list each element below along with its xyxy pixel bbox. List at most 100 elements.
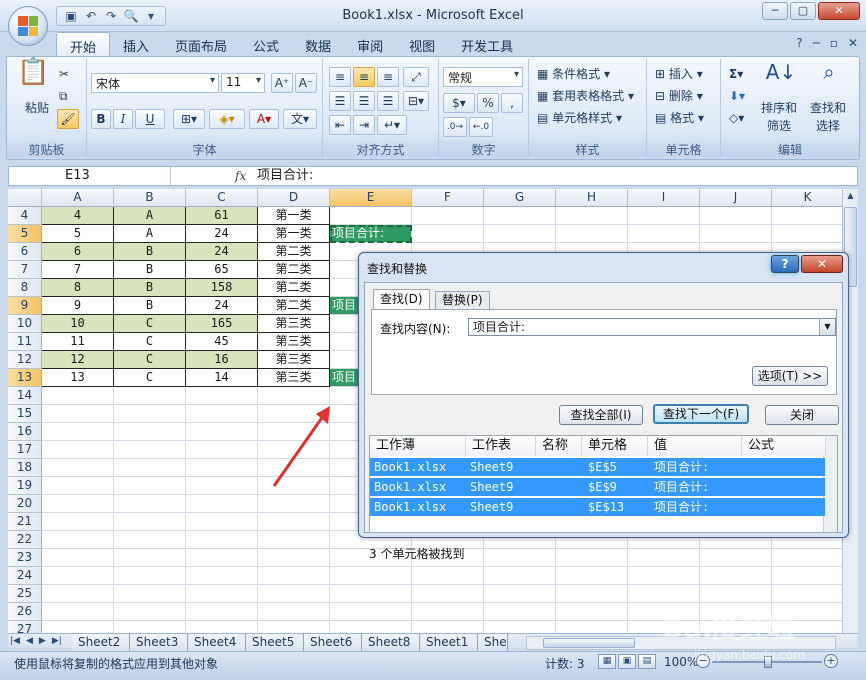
find-next-button[interactable]: 查找下一个(F) xyxy=(653,404,749,424)
conditional-format-button[interactable]: ▦ 条件格式 ▾ xyxy=(537,65,645,85)
cell[interactable] xyxy=(556,567,628,585)
cell[interactable] xyxy=(628,549,700,567)
cell-c12[interactable]: 16 xyxy=(186,351,258,369)
maximize-button[interactable]: ▢ xyxy=(790,2,816,20)
cell[interactable] xyxy=(114,405,186,423)
column-header[interactable]: C xyxy=(186,189,258,207)
font-size-combo[interactable]: 11 xyxy=(221,73,265,93)
minimize-button[interactable]: ─ xyxy=(762,2,788,20)
cell-b11[interactable]: C xyxy=(114,333,186,351)
cell[interactable] xyxy=(186,603,258,621)
comma-button[interactable]: , xyxy=(501,93,523,113)
column-header[interactable]: F xyxy=(412,189,484,207)
results-column-header[interactable]: 工作表 xyxy=(466,436,536,456)
cell[interactable] xyxy=(114,603,186,621)
cell[interactable] xyxy=(114,387,186,405)
row-header[interactable]: 5 xyxy=(8,225,42,243)
cell[interactable] xyxy=(258,495,330,513)
cell[interactable] xyxy=(114,477,186,495)
cell[interactable] xyxy=(114,549,186,567)
paste-button[interactable]: 粘贴 xyxy=(19,99,55,119)
next-sheet-icon[interactable]: ▶ xyxy=(39,636,46,646)
cell[interactable] xyxy=(700,567,772,585)
cell[interactable] xyxy=(186,441,258,459)
align-top-icon[interactable]: ≡ xyxy=(329,67,351,87)
cell[interactable] xyxy=(186,459,258,477)
results-column-header[interactable]: 值 xyxy=(648,436,742,456)
cell[interactable] xyxy=(628,225,700,243)
cell-c10[interactable]: 165 xyxy=(186,315,258,333)
cell[interactable] xyxy=(484,585,556,603)
font-color-icon[interactable]: A▾ xyxy=(249,109,279,129)
cell[interactable] xyxy=(556,621,628,633)
cell[interactable] xyxy=(556,207,628,225)
cell[interactable] xyxy=(700,207,772,225)
close-dialog-button[interactable]: 关闭 xyxy=(765,405,839,425)
fill-icon[interactable]: ⬇▾ xyxy=(729,87,753,107)
formula-input[interactable]: 项目合计: xyxy=(257,167,313,185)
cell[interactable] xyxy=(628,207,700,225)
row-header[interactable]: 23 xyxy=(8,549,42,567)
cell-a5[interactable]: 5 xyxy=(42,225,114,243)
options-button[interactable]: 选项(T) >> xyxy=(752,366,828,386)
cell[interactable] xyxy=(186,621,258,633)
cell-b10[interactable]: C xyxy=(114,315,186,333)
clear-icon[interactable]: ◇▾ xyxy=(729,109,753,129)
find-select-label-2[interactable]: 选择 xyxy=(803,117,853,137)
currency-icon[interactable]: $▾ xyxy=(443,93,475,113)
column-header[interactable]: I xyxy=(628,189,700,207)
cell[interactable] xyxy=(114,513,186,531)
cell-c11[interactable]: 45 xyxy=(186,333,258,351)
cell[interactable] xyxy=(42,477,114,495)
row-header[interactable]: 9 xyxy=(8,297,42,315)
cell-a6[interactable]: 6 xyxy=(42,243,114,261)
cell[interactable] xyxy=(42,459,114,477)
cell[interactable] xyxy=(114,531,186,549)
increase-indent-icon[interactable]: ⇥ xyxy=(353,115,375,135)
cell[interactable] xyxy=(42,567,114,585)
cell[interactable] xyxy=(772,207,844,225)
row-header[interactable]: 24 xyxy=(8,567,42,585)
cell-a8[interactable]: 8 xyxy=(42,279,114,297)
cell-styles-button[interactable]: ▤ 单元格样式 ▾ xyxy=(537,109,645,129)
row-header[interactable]: 19 xyxy=(8,477,42,495)
number-format-combo[interactable]: 常规 xyxy=(443,67,523,87)
cell[interactable] xyxy=(330,567,412,585)
align-middle-icon[interactable]: ≡ xyxy=(353,67,375,87)
column-header[interactable]: D xyxy=(258,189,330,207)
cell[interactable] xyxy=(700,549,772,567)
row-header[interactable]: 13 xyxy=(8,369,42,387)
cell-a13[interactable]: 13 xyxy=(42,369,114,387)
column-header[interactable]: G xyxy=(484,189,556,207)
zoom-in-icon[interactable]: + xyxy=(824,654,838,668)
cell-c8[interactable]: 158 xyxy=(186,279,258,297)
results-list[interactable]: 工作薄 工作表 名称 单元格值公式 Book1.xlsx Sheet9 $E$5 项目合计: B… xyxy=(369,435,838,533)
row-header[interactable]: 6 xyxy=(8,243,42,261)
row-header[interactable]: 21 xyxy=(8,513,42,531)
cell[interactable] xyxy=(186,477,258,495)
cell[interactable] xyxy=(484,549,556,567)
cell[interactable] xyxy=(700,585,772,603)
row-header[interactable]: 22 xyxy=(8,531,42,549)
name-box[interactable]: E13 xyxy=(9,167,171,185)
row-header[interactable]: 20 xyxy=(8,495,42,513)
cell[interactable] xyxy=(42,585,114,603)
bold-button[interactable]: B xyxy=(91,109,111,129)
page-break-view-icon[interactable]: ▤ xyxy=(638,654,656,669)
help-icon[interactable]: ? xyxy=(796,36,802,50)
cell-d5[interactable]: 第一类 xyxy=(258,225,330,243)
cell[interactable] xyxy=(556,549,628,567)
decrease-indent-icon[interactable]: ⇤ xyxy=(329,115,351,135)
column-header[interactable]: E xyxy=(330,189,412,207)
cell-b12[interactable]: C xyxy=(114,351,186,369)
page-layout-view-icon[interactable]: ▣ xyxy=(618,654,636,669)
copy-icon[interactable]: ⧉ xyxy=(59,87,77,107)
cell[interactable] xyxy=(42,549,114,567)
doc-close-icon[interactable]: ✕ xyxy=(848,36,858,50)
cell[interactable] xyxy=(700,225,772,243)
cell-a4[interactable]: 4 xyxy=(42,207,114,225)
cell-b5[interactable]: A xyxy=(114,225,186,243)
cell[interactable] xyxy=(42,621,114,633)
sheet-tab[interactable]: Sheet8 xyxy=(362,634,420,651)
fill-color-icon[interactable]: ◈▾ xyxy=(209,109,245,129)
